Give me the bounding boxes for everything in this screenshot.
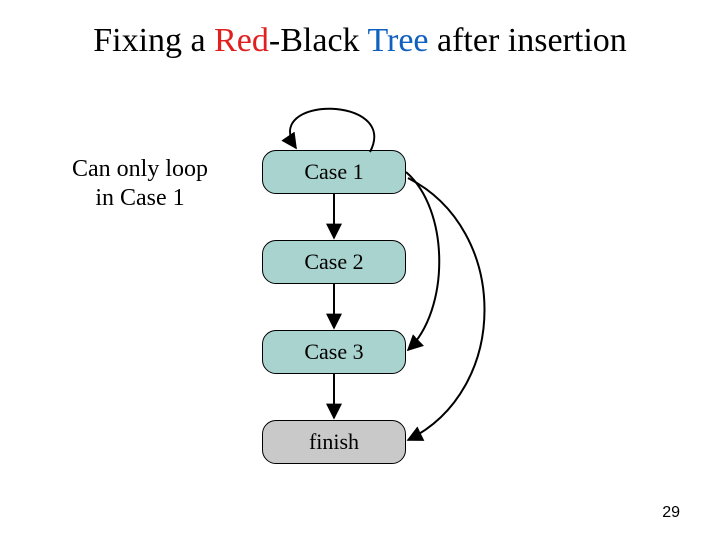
- node-case-2-label: Case 2: [304, 249, 363, 275]
- title-word-black: Black: [280, 22, 359, 59]
- edge-case1-to-finish: [408, 178, 485, 440]
- node-finish-label: finish: [309, 429, 359, 455]
- node-case-1-label: Case 1: [304, 159, 363, 185]
- loop-annotation-line1: Can only loop: [50, 155, 230, 184]
- edge-case1-to-case3: [406, 172, 439, 350]
- title-hyphen: -: [269, 22, 280, 59]
- slide-number: 29: [662, 504, 680, 522]
- slide-title: Fixing a Red-Black Tree after insertion: [0, 22, 720, 59]
- title-word-red: Red: [214, 22, 269, 59]
- node-case-3: Case 3: [262, 330, 406, 374]
- title-suffix: after insertion: [429, 22, 627, 59]
- node-finish: finish: [262, 420, 406, 464]
- loop-annotation-line2: in Case 1: [50, 184, 230, 213]
- edge-case1-self-loop: [290, 109, 374, 152]
- node-case-3-label: Case 3: [304, 339, 363, 365]
- node-case-2: Case 2: [262, 240, 406, 284]
- loop-annotation: Can only loop in Case 1: [50, 155, 230, 213]
- title-prefix: Fixing a: [93, 22, 214, 59]
- title-word-tree: Tree: [367, 22, 428, 59]
- node-case-1: Case 1: [262, 150, 406, 194]
